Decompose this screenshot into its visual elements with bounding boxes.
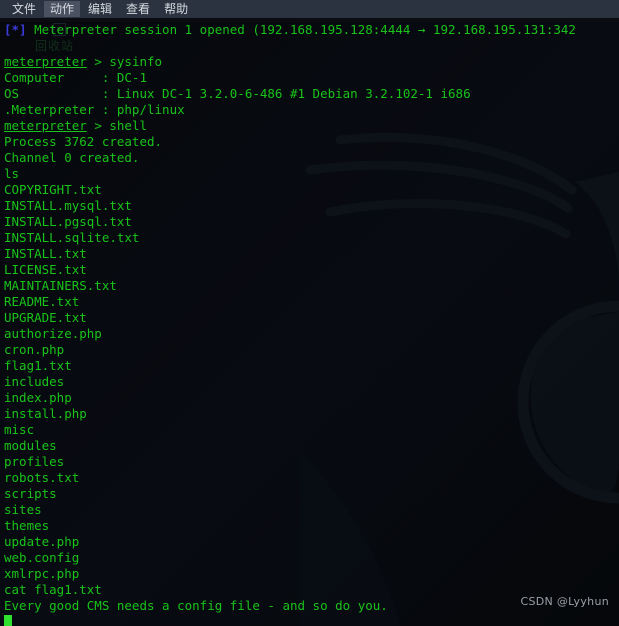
terminal-line-dir-modules: modules xyxy=(4,438,619,454)
terminal-line-file-install-php: install.php xyxy=(4,406,619,422)
terminal-segment: Every good CMS needs a config file - and… xyxy=(4,598,388,613)
terminal-line-computer: Computer : DC-1 xyxy=(4,70,619,86)
terminal-segment: README.txt xyxy=(4,294,80,309)
menu-item-2[interactable]: 编辑 xyxy=(82,1,118,17)
terminal-line-file-maintainers: MAINTAINERS.txt xyxy=(4,278,619,294)
terminal-line-channel-created: Channel 0 created. xyxy=(4,150,619,166)
terminal-segment: COPYRIGHT.txt xyxy=(4,182,102,197)
terminal-line-cmd-ls: ls xyxy=(4,166,619,182)
terminal-segment: Meterpreter session 1 opened (192.168.19… xyxy=(34,22,576,37)
terminal-segment: index.php xyxy=(4,390,72,405)
terminal-line-meterpreter-type: .Meterpreter : php/linux xyxy=(4,102,619,118)
terminal-line-file-install-sqlite: INSTALL.sqlite.txt xyxy=(4,230,619,246)
terminal-segment: modules xyxy=(4,438,57,453)
menu-bar-shadow xyxy=(0,18,619,22)
menu-item-4[interactable]: 帮助 xyxy=(158,1,194,17)
terminal-segment: Channel 0 created. xyxy=(4,150,140,165)
terminal-segment: profiles xyxy=(4,454,65,469)
terminal-segment: ls xyxy=(4,166,20,181)
terminal-segment: > shell xyxy=(86,118,148,133)
terminal-line-file-update: update.php xyxy=(4,534,619,550)
menu-item-0[interactable]: 文件 xyxy=(6,1,42,17)
terminal-line-prompt-shell: meterpreter > shell xyxy=(4,118,619,134)
terminal-segment: Computer : DC-1 xyxy=(4,70,147,85)
terminal-segment: MAINTAINERS.txt xyxy=(4,278,117,293)
terminal-line-file-copyright: COPYRIGHT.txt xyxy=(4,182,619,198)
terminal-line-file-webconfig: web.config xyxy=(4,550,619,566)
terminal-line-blank-1 xyxy=(4,38,619,54)
terminal-segment: install.php xyxy=(4,406,87,421)
terminal-segment: scripts xyxy=(4,486,57,501)
menu-item-1[interactable]: 动作 xyxy=(44,1,81,17)
terminal-segment: [*] xyxy=(4,22,35,37)
menu-bar: 文件 动作 编辑 查看 帮助 xyxy=(0,0,619,18)
terminal-segment: INSTALL.sqlite.txt xyxy=(4,230,140,245)
terminal-segment: INSTALL.pgsql.txt xyxy=(4,214,132,229)
csdn-watermark: CSDN @Lyyhun xyxy=(520,595,609,608)
terminal-segment: Process 3762 created. xyxy=(4,134,163,149)
terminal-segment: robots.txt xyxy=(4,470,80,485)
terminal-segment: cron.php xyxy=(4,342,65,357)
terminal-segment: flag1.txt xyxy=(4,358,72,373)
terminal-segment: xmlrpc.php xyxy=(4,566,80,581)
terminal-cursor-line xyxy=(4,614,619,626)
terminal-segment: misc xyxy=(4,422,35,437)
terminal-line-file-install: INSTALL.txt xyxy=(4,246,619,262)
terminal-segment: sites xyxy=(4,502,42,517)
terminal-line-file-authorize: authorize.php xyxy=(4,326,619,342)
terminal-segment: authorize.php xyxy=(4,326,102,341)
terminal-line-file-license: LICENSE.txt xyxy=(4,262,619,278)
terminal-segment: LICENSE.txt xyxy=(4,262,87,277)
terminal-segment: INSTALL.mysql.txt xyxy=(4,198,132,213)
terminal-line-os: OS : Linux DC-1 3.2.0-6-486 #1 Debian 3.… xyxy=(4,86,619,102)
terminal-cursor xyxy=(4,615,12,626)
terminal-line-dir-profiles: profiles xyxy=(4,454,619,470)
terminal-segment: meterpreter xyxy=(4,54,87,69)
terminal-line-dir-misc: misc xyxy=(4,422,619,438)
terminal-line-process-created: Process 3762 created. xyxy=(4,134,619,150)
terminal-segment: UPGRADE.txt xyxy=(4,310,87,325)
terminal-segment: update.php xyxy=(4,534,80,549)
terminal-segment: .Meterpreter : php/linux xyxy=(4,102,185,117)
terminal-line-dir-sites: sites xyxy=(4,502,619,518)
terminal-output[interactable]: [*] Meterpreter session 1 opened (192.16… xyxy=(0,22,619,626)
terminal-line-file-install-pgsql: INSTALL.pgsql.txt xyxy=(4,214,619,230)
terminal-line-file-flag1: flag1.txt xyxy=(4,358,619,374)
terminal-segment: themes xyxy=(4,518,50,533)
terminal-segment: cat flag1.txt xyxy=(4,582,102,597)
terminal-line-file-install-mysql: INSTALL.mysql.txt xyxy=(4,198,619,214)
terminal-line-file-robots: robots.txt xyxy=(4,470,619,486)
terminal-segment: includes xyxy=(4,374,65,389)
terminal-line-file-xmlrpc: xmlrpc.php xyxy=(4,566,619,582)
terminal-line-dir-scripts: scripts xyxy=(4,486,619,502)
terminal-segment: OS : Linux DC-1 3.2.0-6-486 #1 Debian 3.… xyxy=(4,86,471,101)
terminal-line-dir-includes: includes xyxy=(4,374,619,390)
terminal-line-session-opened: [*] Meterpreter session 1 opened (192.16… xyxy=(4,22,619,38)
terminal-line-file-readme: README.txt xyxy=(4,294,619,310)
terminal-line-dir-themes: themes xyxy=(4,518,619,534)
terminal-segment: meterpreter xyxy=(4,118,87,133)
terminal-line-file-index: index.php xyxy=(4,390,619,406)
terminal-line-file-cron: cron.php xyxy=(4,342,619,358)
terminal-line-file-upgrade: UPGRADE.txt xyxy=(4,310,619,326)
terminal-segment: web.config xyxy=(4,550,80,565)
terminal-line-prompt-sysinfo: meterpreter > sysinfo xyxy=(4,54,619,70)
menu-item-3[interactable]: 查看 xyxy=(120,1,156,17)
terminal-segment: > sysinfo xyxy=(86,54,163,69)
terminal-segment: INSTALL.txt xyxy=(4,246,87,261)
desktop-root: 文件 动作 编辑 查看 帮助 回收站 [*] Meterpreter session 1… xyxy=(0,0,619,626)
